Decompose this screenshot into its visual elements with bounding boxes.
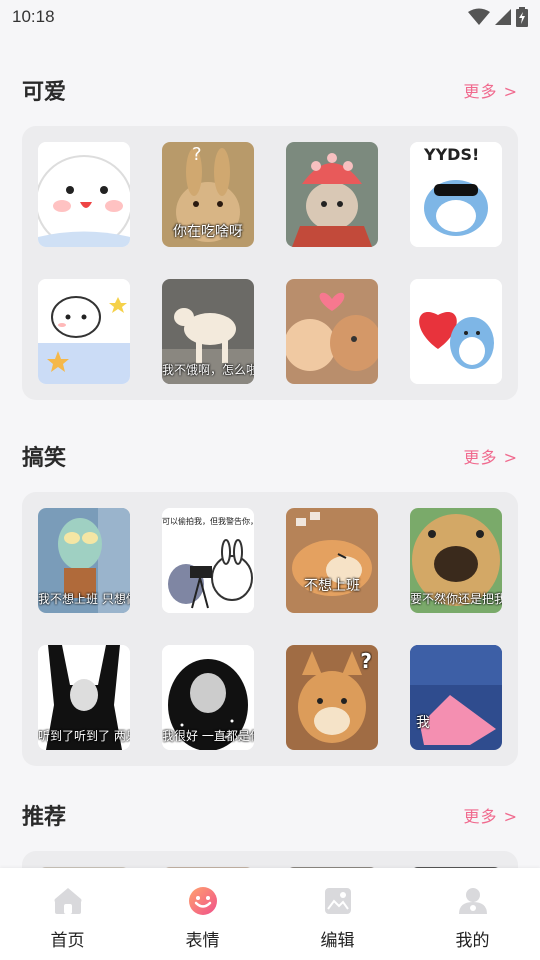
- status-time: 10:18: [12, 7, 55, 26]
- section-header: 可爱 更多 >: [0, 70, 540, 110]
- section-recommend: 推荐 更多 >: [0, 795, 540, 835]
- sticker-caption: 我不饿啊，怎么啦: [162, 363, 254, 377]
- nav-label: 首页: [50, 931, 85, 951]
- bunny-sticker[interactable]: ? 你在吃啥呀: [162, 142, 254, 247]
- shiba-question-sticker[interactable]: ?: [286, 645, 378, 750]
- cats-kissing-sticker[interactable]: [286, 279, 378, 384]
- bear-with-stars-sticker[interactable]: [38, 279, 130, 384]
- battery-icon: [516, 7, 528, 27]
- squidward-sticker[interactable]: 我不想上班 只想做个面瘫: [38, 508, 130, 613]
- wifi-icon: [468, 8, 490, 25]
- edit-icon: [324, 888, 351, 914]
- section-funny: 搞笑 更多 >: [0, 436, 540, 476]
- nav-item-emoji[interactable]: 表情: [158, 886, 248, 951]
- sticker-caption: 我不想上班 只想做个面瘫: [38, 592, 130, 606]
- section-title: 推荐: [22, 805, 67, 830]
- labrador-sticker[interactable]: 我不饿啊，怎么啦: [162, 279, 254, 384]
- bunny-camera-sticker[interactable]: 可以偷拍我，但我警告你，要用美颜相机: [162, 508, 254, 613]
- sleepy-shiba-sticker[interactable]: 不想上班: [286, 508, 378, 613]
- nav-label: 表情: [185, 931, 220, 951]
- patrick-sticker[interactable]: 我: [410, 645, 502, 750]
- sticker-card-cute: ? 你在吃啥呀 YYDS! 我不饿啊，怎么啦: [22, 126, 518, 400]
- dog-nose-sticker[interactable]: 要不然你还是把我删了吧: [410, 508, 502, 613]
- panda-man-stars-sticker[interactable]: 我很好 一直都是你被爱: [162, 645, 254, 750]
- status-icons: [468, 7, 528, 27]
- nav-item-edit[interactable]: 编辑: [293, 886, 383, 951]
- nav-item-profile[interactable]: 我的: [428, 886, 518, 951]
- more-link-cute[interactable]: 更多 >: [464, 78, 519, 102]
- emoji-icon: [188, 887, 217, 915]
- home-icon: [54, 888, 81, 914]
- sticker-caption: YYDS!: [423, 145, 479, 164]
- section-title: 可爱: [22, 80, 67, 105]
- sticker-caption: 可以偷拍我，但我警告你，要用美颜相机: [162, 517, 254, 526]
- crowned-cat-sticker[interactable]: [286, 142, 378, 247]
- dolphin-heart-sticker[interactable]: [410, 279, 502, 384]
- sticker-caption: 我: [416, 715, 430, 731]
- sticker-caption: 听到了听到了 两只耳朵都听到了: [38, 729, 130, 743]
- section-header: 搞笑 更多 >: [0, 436, 540, 476]
- white-bear-sticker[interactable]: [38, 142, 130, 247]
- panda-man-sticker[interactable]: 听到了听到了 两只耳朵都听到了: [38, 645, 130, 750]
- more-link-funny[interactable]: 更多 >: [464, 444, 519, 468]
- status-bar: 10:18: [0, 0, 540, 34]
- svg-text:?: ?: [192, 144, 202, 165]
- sticker-card-funny: 我不想上班 只想做个面瘫 可以偷拍我，但我警告你，要用美颜相机 不想上班 要不然…: [22, 492, 518, 766]
- section-title: 搞笑: [22, 446, 67, 471]
- sticker-caption: 我很好 一直都是你被爱: [162, 729, 254, 743]
- bottom-nav: 首页 表情 编辑 我的: [0, 868, 540, 960]
- sticker-caption: 不想上班: [304, 578, 360, 594]
- section-cute: 可爱 更多 >: [0, 70, 540, 110]
- sticker-caption: 要不然你还是把我删了吧: [410, 592, 502, 606]
- section-header: 推荐 更多 >: [0, 795, 540, 835]
- profile-icon: [458, 888, 487, 914]
- nav-item-home[interactable]: 首页: [23, 886, 113, 951]
- sticker-caption: 你在吃啥呀: [173, 224, 243, 240]
- more-link-recommend[interactable]: 更多 >: [464, 803, 519, 827]
- cellular-signal-icon: [495, 9, 511, 25]
- sticker-caption: ?: [360, 649, 372, 673]
- nav-label: 编辑: [320, 931, 355, 951]
- yyds-dolphin-sticker[interactable]: YYDS!: [410, 142, 502, 247]
- nav-label: 我的: [455, 931, 490, 951]
